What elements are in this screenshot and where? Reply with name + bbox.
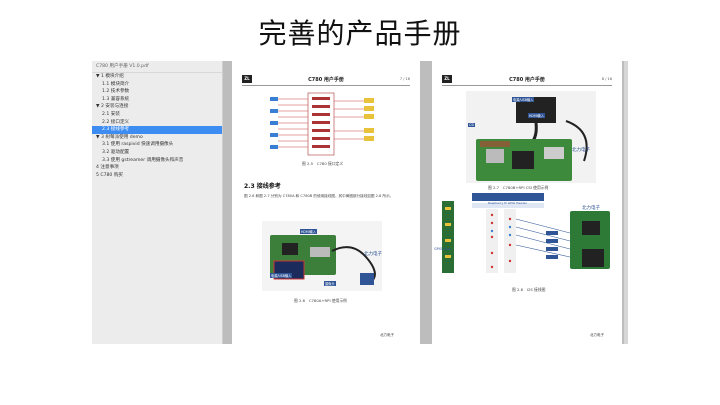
outline-item[interactable]: 4 注意事项	[92, 164, 222, 172]
outline-item[interactable]: ▼ 3 树莓派使用 demo	[92, 134, 222, 142]
outline-item[interactable]: 3.3 使用 gstreamer 调用摄像头和声音	[92, 157, 222, 165]
figure-caption: 图 2.8 I2S 接线图	[512, 287, 546, 292]
outline-item[interactable]: ▼ 2 安装与连接	[92, 103, 222, 111]
vertical-scrollbar[interactable]	[624, 61, 628, 344]
section-heading: 2.3 接线参考	[244, 183, 281, 190]
page-header: ZL C780 用户手册 7 / 16	[242, 75, 410, 86]
outline-item[interactable]: 2.3 接线参考	[92, 126, 222, 134]
figure-caption: 图 2.7 C780B+RPI CSI 使用示例	[488, 185, 549, 190]
watermark: 北力电子	[364, 252, 382, 257]
outline-item[interactable]: 2.1 安装	[92, 111, 222, 119]
outline-list: ▼ 1 模块介绍 1.1 模块简介 1.2 技术参数 1.3 兼容系统 ▼ 2 安装与连…	[92, 73, 222, 179]
usb-input-label: 电源/USB输入	[512, 97, 535, 102]
outline-sidebar: C780 用户手册 V1.0.pdf ▼ 1 模块介绍 1.1 模块简介 1.2 技…	[92, 61, 223, 344]
outline-item[interactable]: ▼ 1 模块介绍	[92, 73, 222, 81]
figure-caption: 图 2.6 C780A+RPI 使用示例	[294, 298, 347, 303]
pdf-viewer-window: C780 用户手册 V1.0.pdf ▼ 1 模块介绍 1.1 模块简介 1.2 技…	[92, 61, 628, 344]
outline-item[interactable]: 5 C780 购买	[92, 172, 222, 180]
hdmi-label: HDMI输入	[528, 113, 545, 118]
outline-item[interactable]: 3.1 使用 raspivid 快速调用摄像头	[92, 141, 222, 149]
document-canvas[interactable]: ZL C780 用户手册 7 / 16 图 2.5 C780 接口定义 2.3 …	[223, 61, 628, 344]
pdf-page-8: ZL C780 用户手册 8 / 16 电源/USB输入 HDMI输入 CSI …	[432, 61, 622, 344]
gpio-pins-label: GPIO pins	[434, 247, 451, 251]
page-number: 8 / 16	[601, 77, 612, 81]
page-header-title: C780 用户手册	[509, 77, 545, 83]
power-usb-label: 电源/USB输入	[270, 273, 293, 278]
page-footer: 北力电子	[590, 333, 604, 337]
outline-item[interactable]: 1.3 兼容系统	[92, 96, 222, 104]
outline-item[interactable]: 1.1 模块简介	[92, 81, 222, 89]
outline-item[interactable]: 2.2 接口定义	[92, 119, 222, 127]
pdf-page-7: ZL C780 用户手册 7 / 16 图 2.5 C780 接口定义 2.3 …	[232, 61, 420, 344]
page-footer: 北力电子	[380, 333, 394, 337]
watermark: 北力电子	[572, 148, 590, 153]
interface-definition-diagram	[270, 92, 374, 156]
hdmi-label: HDMI输入	[300, 229, 317, 234]
outline-item[interactable]: 3.2 驱动配置	[92, 149, 222, 157]
file-name: C780 用户手册 V1.0.pdf	[92, 61, 222, 73]
page-number: 7 / 16	[399, 77, 410, 81]
section-paragraph: 图 2.6 和图 2.7 分别为 C780A 和 C780B 的使用接线图，其中…	[244, 194, 394, 198]
outline-item[interactable]: 1.2 技术参数	[92, 88, 222, 96]
gpio-header-title: Raspberry Pi GPIO Header	[488, 201, 528, 205]
raspberry-pi-photo	[466, 91, 596, 183]
figure-caption: 图 2.5 C780 接口定义	[302, 161, 344, 166]
slide-title: 完善的产品手册	[258, 17, 462, 50]
camera-label: 摄像头	[324, 281, 336, 286]
watermark: 北力电子	[582, 206, 600, 211]
page-header: ZL C780 用户手册 8 / 16	[442, 75, 612, 86]
csi-label: CSI	[468, 123, 476, 127]
page-header-title: C780 用户手册	[308, 77, 344, 83]
